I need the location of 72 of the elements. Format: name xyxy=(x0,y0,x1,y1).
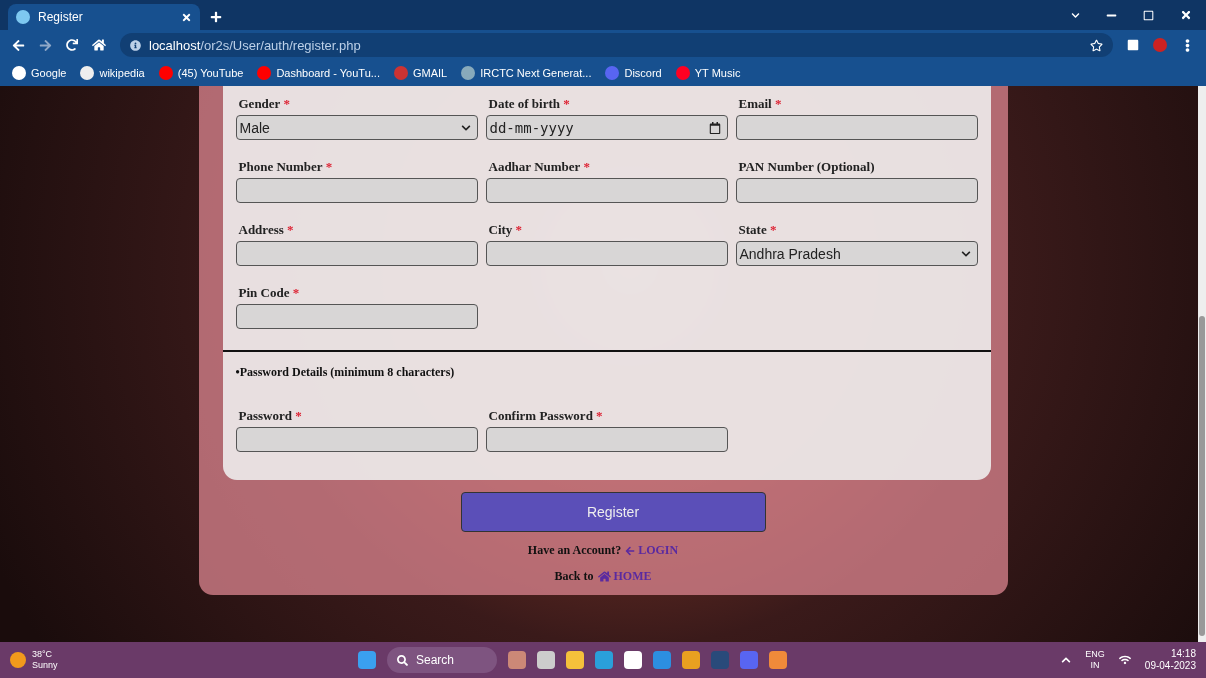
field-label: Aadhar Number * xyxy=(487,159,591,175)
bookmark-link[interactable]: IRCTC Next Generat... xyxy=(461,66,592,80)
address-bar[interactable]: localhost/or2s/User/auth/register.php xyxy=(120,33,1113,57)
field-label: City * xyxy=(487,222,524,238)
field-label: PAN Number (Optional) xyxy=(737,159,876,175)
date-field[interactable]: dd-mm-yyyy xyxy=(485,115,728,140)
close-icon[interactable] xyxy=(1180,9,1192,21)
field-label: Phone Number * xyxy=(237,159,334,175)
field-label: Date of birth * xyxy=(487,96,571,112)
clock-time[interactable]: 14:18 xyxy=(1170,648,1196,660)
house-icon xyxy=(597,570,611,583)
chevron-up-icon[interactable] xyxy=(1061,655,1072,665)
field-label: State * xyxy=(737,222,778,238)
register-button[interactable]: Register xyxy=(460,492,766,532)
bookmark-link[interactable]: Google xyxy=(12,66,67,80)
app-icon[interactable] xyxy=(624,651,642,669)
bookmark-link[interactable]: (45) YouTube xyxy=(158,66,244,80)
browser-tab[interactable]: Register xyxy=(8,4,200,30)
forward-icon[interactable] xyxy=(39,38,52,52)
app-icon[interactable] xyxy=(537,651,555,669)
field-label: Password * xyxy=(237,408,303,424)
field-label: Gender * xyxy=(237,96,291,112)
bookmark-link[interactable]: Discord xyxy=(605,66,662,80)
input-field[interactable] xyxy=(485,427,728,452)
app-icon[interactable] xyxy=(566,651,584,669)
home-icon[interactable] xyxy=(92,38,106,52)
input-field[interactable] xyxy=(235,241,478,266)
taskbar-search[interactable]: Search xyxy=(387,647,497,673)
sidebar-icon[interactable] xyxy=(1127,39,1139,51)
chevron-down-icon xyxy=(460,122,471,133)
account-prompt: Have an Account? xyxy=(527,543,622,558)
maximize-icon[interactable] xyxy=(1143,9,1154,21)
calendar-icon xyxy=(708,121,721,134)
info-icon xyxy=(130,39,141,51)
field-label: Email * xyxy=(737,96,783,112)
input-field[interactable] xyxy=(235,427,478,452)
search-icon xyxy=(397,654,408,666)
field-label: Pin Code * xyxy=(237,285,301,301)
input-field[interactable] xyxy=(735,178,978,203)
wifi-icon[interactable] xyxy=(1118,654,1131,666)
language-label[interactable]: ENG xyxy=(1085,649,1105,660)
chevron-down-icon[interactable] xyxy=(1071,10,1080,20)
tab-favicon xyxy=(16,10,30,24)
app-icon[interactable] xyxy=(682,651,700,669)
dropdown[interactable]: Andhra Pradesh xyxy=(735,241,978,266)
section-title: •Password Details (minimum 8 characters) xyxy=(235,365,456,380)
input-field[interactable] xyxy=(235,178,478,203)
bookmark-link[interactable]: wikipedia xyxy=(80,66,145,80)
chevron-down-icon xyxy=(960,248,971,259)
temperature: 38°C xyxy=(32,649,54,660)
dropdown[interactable]: Male xyxy=(235,115,478,140)
input-field[interactable] xyxy=(235,304,478,329)
back-icon[interactable] xyxy=(12,38,25,52)
input-field[interactable] xyxy=(485,241,728,266)
field-label: Address * xyxy=(237,222,295,238)
windows-start-icon[interactable] xyxy=(358,651,376,669)
region-label[interactable]: IN xyxy=(1090,660,1100,671)
input-field[interactable] xyxy=(735,115,978,140)
reload-icon[interactable] xyxy=(66,39,78,51)
bookmark-link[interactable]: Dashboard - YouTu... xyxy=(257,66,380,80)
bookmark-link[interactable]: YT Music xyxy=(675,66,741,80)
bookmark-link[interactable]: GMAIL xyxy=(393,66,448,80)
star-icon[interactable] xyxy=(1090,38,1103,52)
back-prompt: Back to xyxy=(554,569,594,584)
input-field[interactable] xyxy=(485,178,728,203)
field-label: Confirm Password * xyxy=(487,408,604,424)
weather-label: Sunny xyxy=(32,660,58,671)
new-tab-icon[interactable] xyxy=(210,11,222,23)
arrow-left-icon xyxy=(625,545,636,556)
clock-date[interactable]: 09-04-2023 xyxy=(1144,660,1196,672)
close-icon[interactable] xyxy=(181,11,192,23)
sun-icon xyxy=(10,652,26,668)
